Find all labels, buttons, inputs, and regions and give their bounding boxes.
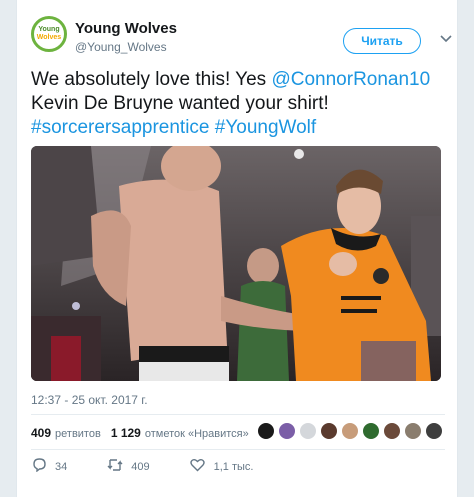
avatar-text-bottom: Wolves — [36, 34, 62, 41]
tweet-stats: 409 ретвитов 1 129 отметок «Нравится» — [31, 424, 259, 442]
likes-stat[interactable]: 1 129 отметок «Нравится» — [111, 426, 249, 440]
tweet-timestamp[interactable]: 12:37 - 25 окт. 2017 г. — [31, 393, 148, 407]
liker-avatar[interactable] — [404, 422, 422, 440]
mention-link[interactable]: @ConnorRonan10 — [271, 69, 430, 90]
like-button[interactable]: 1,1 тыс. — [190, 458, 254, 475]
tweet-text-intro: We absolutely love this! Yes — [31, 69, 272, 90]
tweet-text: We absolutely love this! Yes @ConnorRona… — [31, 68, 451, 140]
retweet-button[interactable]: 409 — [107, 458, 150, 475]
follow-button[interactable]: Читать — [343, 28, 421, 54]
hashtag-link-2[interactable]: #YoungWolf — [215, 117, 316, 138]
likes-stat-label: отметок «Нравится» — [144, 428, 249, 440]
liker-avatar[interactable] — [299, 422, 317, 440]
retweet-icon — [107, 458, 123, 475]
retweets-stat-label: ретвитов — [55, 428, 101, 440]
liker-avatar[interactable] — [425, 422, 443, 440]
tweet-text-middle: Kevin De Bruyne wanted your shirt! — [31, 93, 329, 114]
liker-avatar[interactable] — [257, 422, 275, 440]
media-photo — [31, 146, 441, 381]
likers-avatars — [257, 422, 446, 440]
like-count: 1,1 тыс. — [213, 460, 254, 473]
account-names: Young Wolves @Young_Wolves — [75, 20, 177, 55]
avatar[interactable]: Young Wolves — [31, 16, 67, 52]
account-handle[interactable]: @Young_Wolves — [75, 39, 177, 55]
retweet-count: 409 — [131, 460, 150, 473]
tweet-media[interactable] — [31, 146, 441, 381]
hashtag-link-1[interactable]: #sorcerersapprentice — [31, 117, 209, 138]
tweet-header: Young Wolves Young Wolves @Young_Wolves … — [31, 16, 453, 64]
retweets-stat[interactable]: 409 ретвитов — [31, 426, 101, 440]
heart-icon — [190, 458, 206, 475]
retweets-stat-count: 409 — [31, 426, 52, 440]
divider — [31, 414, 445, 415]
chevron-down-icon[interactable] — [439, 32, 453, 46]
divider — [31, 449, 445, 450]
scrollbar[interactable] — [458, 0, 474, 497]
reply-icon — [31, 458, 47, 475]
liker-avatar[interactable] — [278, 422, 296, 440]
liker-avatar[interactable] — [362, 422, 380, 440]
tweet-card: Young Wolves Young Wolves @Young_Wolves … — [16, 0, 458, 497]
display-name[interactable]: Young Wolves — [75, 20, 177, 38]
liker-avatar[interactable] — [320, 422, 338, 440]
liker-avatar[interactable] — [341, 422, 359, 440]
reply-count: 34 — [55, 460, 68, 473]
reply-button[interactable]: 34 — [31, 458, 67, 475]
likes-stat-count: 1 129 — [110, 426, 141, 440]
liker-avatar[interactable] — [383, 422, 401, 440]
avatar-text-top: Young — [38, 26, 60, 33]
tweet-actions: 34 409 1,1 тыс. — [31, 458, 293, 475]
